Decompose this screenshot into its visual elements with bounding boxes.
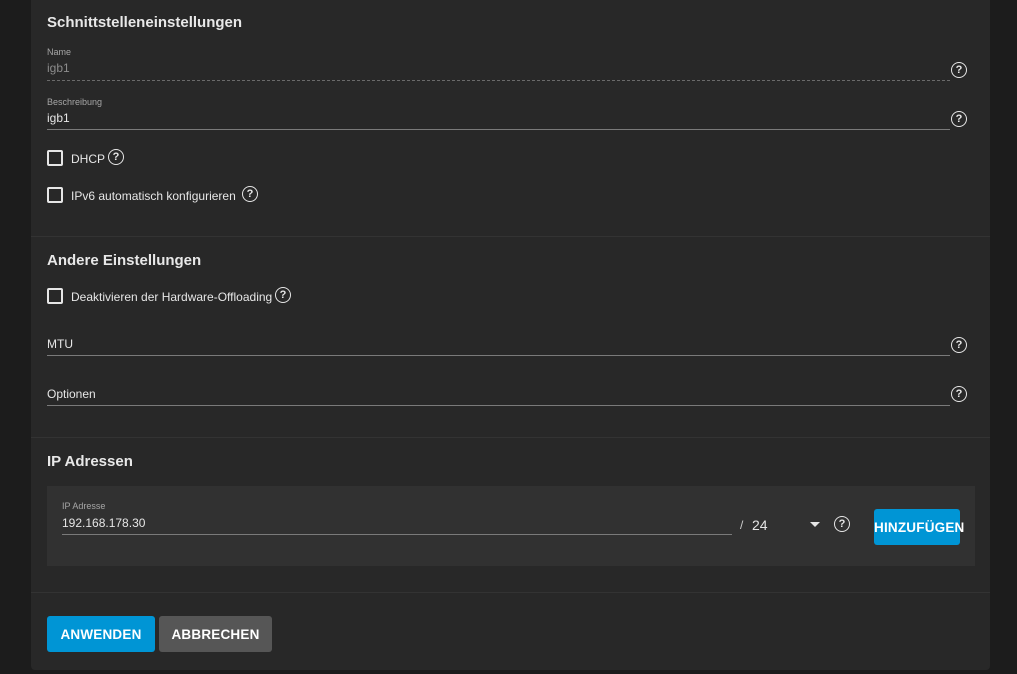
ip-address-field[interactable]: IP Adresse 192.168.178.30 — [62, 498, 732, 535]
mtu-underline — [47, 355, 950, 356]
name-field: Name igb1 — [47, 44, 950, 81]
ip-address-label: IP Adresse — [62, 501, 106, 511]
section-title-other-settings: Andere Einstellungen — [47, 252, 202, 269]
disable-hw-offloading-checkbox[interactable] — [47, 288, 63, 304]
name-label: Name — [47, 47, 72, 57]
section-title-interface-settings: Schnittstelleneinstellungen — [47, 14, 243, 31]
ipv6-auto-label[interactable]: IPv6 automatisch konfigurieren — [71, 189, 236, 203]
interface-form-card: Schnittstelleneinstellungen Name igb1 ? … — [31, 0, 990, 670]
mtu-input[interactable]: MTU — [47, 337, 73, 351]
dhcp-help-icon[interactable]: ? — [108, 149, 124, 165]
options-help-icon[interactable]: ? — [951, 386, 967, 402]
cancel-button[interactable]: ABBRECHEN — [159, 616, 272, 652]
options-field[interactable]: Optionen — [47, 382, 950, 406]
apply-button[interactable]: ANWENDEN — [47, 616, 155, 652]
description-label: Beschreibung — [47, 97, 103, 107]
name-underline — [47, 80, 950, 81]
ipv6-auto-checkbox[interactable] — [47, 187, 63, 203]
name-help-icon[interactable]: ? — [951, 62, 967, 78]
description-input[interactable]: igb1 — [47, 111, 70, 125]
ip-address-input[interactable]: 192.168.178.30 — [62, 516, 145, 530]
ip-address-underline — [62, 534, 732, 535]
netmask-select-value[interactable]: 24 — [752, 517, 768, 533]
section-divider — [31, 437, 990, 438]
ip-address-help-icon[interactable]: ? — [834, 516, 850, 532]
disable-hw-offloading-help-icon[interactable]: ? — [275, 287, 291, 303]
description-underline — [47, 129, 950, 130]
section-title-ip-addresses: IP Adressen — [47, 453, 133, 470]
description-field[interactable]: Beschreibung igb1 — [47, 94, 950, 130]
section-divider — [31, 236, 990, 237]
netmask-separator: / — [740, 518, 744, 532]
mtu-help-icon[interactable]: ? — [951, 337, 967, 353]
options-input[interactable]: Optionen — [47, 387, 96, 401]
dhcp-checkbox[interactable] — [47, 150, 63, 166]
chevron-down-icon[interactable] — [810, 522, 820, 527]
name-value: igb1 — [47, 61, 70, 75]
ipv6-auto-help-icon[interactable]: ? — [242, 186, 258, 202]
add-ip-button[interactable]: HINZUFÜGEN — [874, 509, 964, 545]
options-underline — [47, 405, 950, 406]
description-help-icon[interactable]: ? — [951, 111, 967, 127]
ip-address-entry: IP Adresse 192.168.178.30 / 24 ? HINZUFÜ… — [47, 486, 975, 566]
disable-hw-offloading-label[interactable]: Deaktivieren der Hardware-Offloading — [71, 290, 272, 304]
section-divider — [31, 592, 990, 593]
mtu-field[interactable]: MTU — [47, 332, 950, 356]
dhcp-label[interactable]: DHCP — [71, 152, 105, 166]
